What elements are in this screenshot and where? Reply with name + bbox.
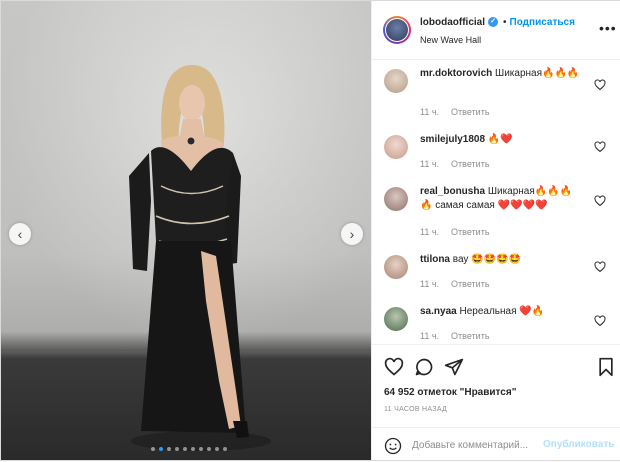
like-comment-heart-icon[interactable]: [594, 141, 606, 153]
follow-label: Подписаться: [509, 17, 575, 28]
commenter-avatar[interactable]: [384, 187, 408, 211]
comment-time: 11 ч.: [420, 107, 440, 117]
commenter-avatar[interactable]: [384, 307, 408, 331]
follow-button[interactable]: • Подписаться: [503, 17, 575, 28]
reply-button[interactable]: Ответить: [451, 159, 489, 169]
commenter-avatar[interactable]: [384, 255, 408, 279]
carousel-dot: [223, 447, 227, 451]
publish-button[interactable]: Опубликовать: [543, 439, 614, 450]
comment-body: Нереальная ❤️🔥: [459, 306, 545, 317]
post-photo[interactable]: ‹ ›: [1, 1, 371, 460]
verified-badge-icon: ✓: [488, 17, 498, 28]
comment-meta: 11 ч. Ответить: [420, 227, 490, 237]
carousel-indicator: [151, 447, 227, 451]
carousel-dot: [199, 447, 203, 451]
like-comment-heart-icon[interactable]: [594, 79, 606, 91]
reply-button[interactable]: Ответить: [451, 227, 489, 237]
reply-button[interactable]: Ответить: [451, 107, 489, 117]
like-comment-heart-icon[interactable]: [594, 315, 606, 327]
comment-bubble-icon[interactable]: [414, 357, 434, 377]
comment-time: 11 ч.: [420, 331, 440, 341]
location-link[interactable]: New Wave Hall: [420, 35, 481, 45]
comment-body: 🔥❤️: [487, 134, 513, 145]
username-link[interactable]: lobodaofficial ✓: [420, 17, 498, 28]
carousel-dot: [191, 447, 195, 451]
carousel-dot: [167, 447, 171, 451]
comment-list: mr.doktorovich Шикарная🔥🔥🔥 11 ч. Ответить…: [372, 59, 620, 344]
comment-text: mr.doktorovich Шикарная🔥🔥🔥: [420, 67, 580, 81]
comment-text: smilejuly1808 🔥❤️: [420, 133, 580, 147]
separator-dot: •: [503, 17, 507, 28]
post-timestamp[interactable]: 11 ЧАСОВ НАЗАД: [384, 406, 447, 413]
reply-button[interactable]: Ответить: [451, 279, 489, 289]
post-actions: 64 952 отметок "Нравится" 11 ЧАСОВ НАЗАД…: [372, 344, 620, 461]
carousel-dot: [151, 447, 155, 451]
reply-button[interactable]: Ответить: [451, 331, 489, 341]
commenter-username[interactable]: mr.doktorovich: [420, 68, 492, 79]
previous-photo-button[interactable]: ‹: [9, 223, 31, 245]
commenter-avatar[interactable]: [384, 69, 408, 93]
commenter-username[interactable]: ttilona: [420, 254, 450, 265]
comment-meta: 11 ч. Ответить: [420, 331, 490, 341]
emoji-smiley-icon[interactable]: [384, 437, 402, 455]
bookmark-icon[interactable]: [596, 357, 616, 377]
username-text: lobodaofficial: [420, 17, 485, 28]
ellipsis-icon[interactable]: •••: [599, 21, 617, 35]
next-photo-button[interactable]: ›: [341, 223, 363, 245]
commenter-username[interactable]: smilejuly1808: [420, 134, 485, 145]
story-avatar[interactable]: [383, 16, 411, 44]
commenter-avatar[interactable]: [384, 135, 408, 159]
commenter-username[interactable]: sa.nyaa: [420, 306, 457, 317]
carousel-dot: [215, 447, 219, 451]
chevron-left-icon: ‹: [17, 226, 23, 242]
carousel-dot: [207, 447, 211, 451]
comment-text: real_bonusha Шикарная🔥🔥🔥🔥 самая самая ❤️…: [420, 185, 580, 213]
comment-time: 11 ч.: [420, 227, 440, 237]
post-header: lobodaofficial ✓ • Подписаться New Wave Ha…: [372, 1, 620, 60]
comment-input[interactable]: [412, 437, 540, 453]
comment-time: 11 ч.: [420, 159, 440, 169]
post-sidebar: lobodaofficial ✓ • Подписаться New Wave Ha…: [371, 1, 620, 460]
woman-in-black-gown-image: [129, 65, 271, 451]
comment-text: sa.nyaa Нереальная ❤️🔥: [420, 305, 580, 319]
like-heart-icon[interactable]: [384, 357, 404, 377]
comment-time: 11 ч.: [420, 279, 440, 289]
chevron-right-icon: ›: [349, 226, 355, 242]
comment-body: вау 🤩🤩🤩🤩: [452, 254, 522, 265]
comment-meta: 11 ч. Ответить: [420, 107, 490, 117]
likes-count[interactable]: 64 952 отметок "Нравится": [384, 387, 516, 398]
comment-body: Шикарная🔥🔥🔥: [495, 68, 580, 79]
add-comment-bar: Опубликовать: [372, 427, 620, 462]
comment-meta: 11 ч. Ответить: [420, 159, 490, 169]
like-comment-heart-icon[interactable]: [594, 261, 606, 273]
comment-text: ttilona вау 🤩🤩🤩🤩: [420, 253, 580, 267]
avatar-image: [386, 19, 408, 41]
post-modal: ‹ › lobodaofficial ✓ • Подписаться New Wav…: [0, 0, 620, 461]
carousel-dot: [175, 447, 179, 451]
carousel-dot: [183, 447, 187, 451]
carousel-dot: [159, 447, 163, 451]
like-comment-heart-icon[interactable]: [594, 195, 606, 207]
commenter-username[interactable]: real_bonusha: [420, 186, 485, 197]
share-paper-plane-icon[interactable]: [444, 357, 464, 377]
comment-meta: 11 ч. Ответить: [420, 279, 490, 289]
